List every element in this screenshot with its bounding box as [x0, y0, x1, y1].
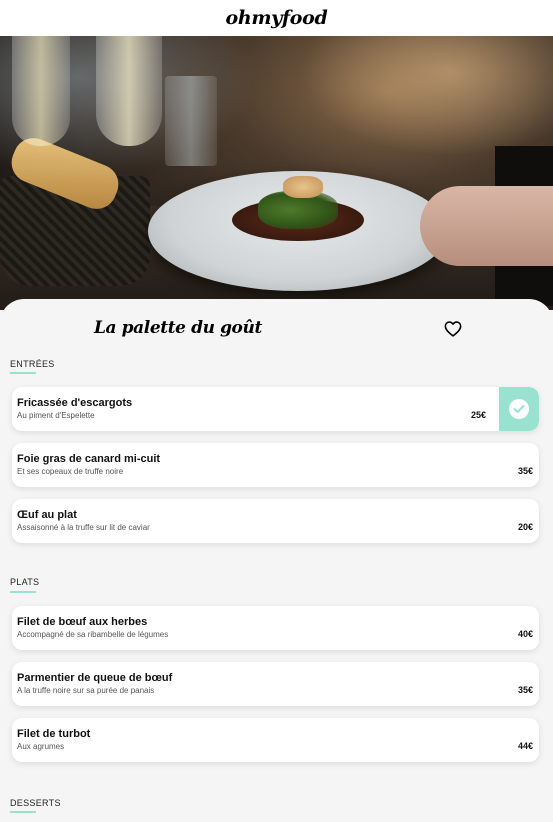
menu-item-price: 35€	[517, 685, 533, 695]
menu-item-description: Accompagné de sa ribambelle de légumes	[17, 630, 169, 639]
menu-item-name: Filet de bœuf aux herbes	[17, 616, 148, 628]
section-title-entrees: ENTRÉES	[10, 359, 55, 369]
menu-item-price: 35€	[517, 466, 533, 476]
menu-item-description: Aux agrumes	[17, 742, 65, 751]
menu-item-price: 20€	[517, 522, 533, 532]
section-title-desserts: DESSERTS	[10, 798, 61, 808]
section-underline	[10, 591, 36, 593]
menu-item-card[interactable]: Fricassée d'escargots Au piment d'Espele…	[12, 387, 539, 431]
section-underline	[10, 811, 36, 813]
heart-outline-icon[interactable]	[444, 321, 462, 337]
menu-item-price: 44€	[517, 741, 533, 751]
menu-item-name: Filet de turbot	[17, 728, 91, 740]
section-title-plats: PLATS	[10, 577, 40, 587]
header: ohmyfood	[0, 0, 553, 36]
hero-image	[0, 36, 553, 310]
menu-item-card[interactable]: Œuf au plat Assaisonné à la truffe sur l…	[12, 499, 539, 543]
menu-item-card[interactable]: Filet de turbot Aux agrumes 44€	[12, 718, 539, 762]
menu-item-description: Assaisonné à la truffe sur lit de caviar	[17, 523, 150, 532]
check-circle-icon	[509, 399, 529, 419]
section-underline	[10, 372, 36, 374]
selected-indicator[interactable]	[499, 387, 539, 431]
menu-item-name: Fricassée d'escargots	[17, 397, 133, 409]
menu-item-description: Et ses copeaux de truffe noire	[17, 467, 124, 476]
app-logo[interactable]: ohmyfood	[225, 7, 327, 29]
menu-item-card[interactable]: Foie gras de canard mi-cuit Et ses copea…	[12, 443, 539, 487]
menu-item-name: Œuf au plat	[17, 509, 77, 521]
restaurant-title: La palette du goût	[94, 318, 262, 338]
menu-item-description: A la truffe noire sur sa purée de panais	[17, 686, 155, 695]
menu-item-name: Foie gras de canard mi-cuit	[17, 453, 161, 465]
menu-item-description: Au piment d'Espelette	[17, 411, 95, 420]
menu-item-price: 25€	[470, 410, 486, 420]
menu-item-card[interactable]: Filet de bœuf aux herbes Accompagné de s…	[12, 606, 539, 650]
menu-item-price: 40€	[517, 629, 533, 639]
menu-item-name: Parmentier de queue de bœuf	[17, 672, 173, 684]
menu-item-card[interactable]: Parmentier de queue de bœuf A la truffe …	[12, 662, 539, 706]
